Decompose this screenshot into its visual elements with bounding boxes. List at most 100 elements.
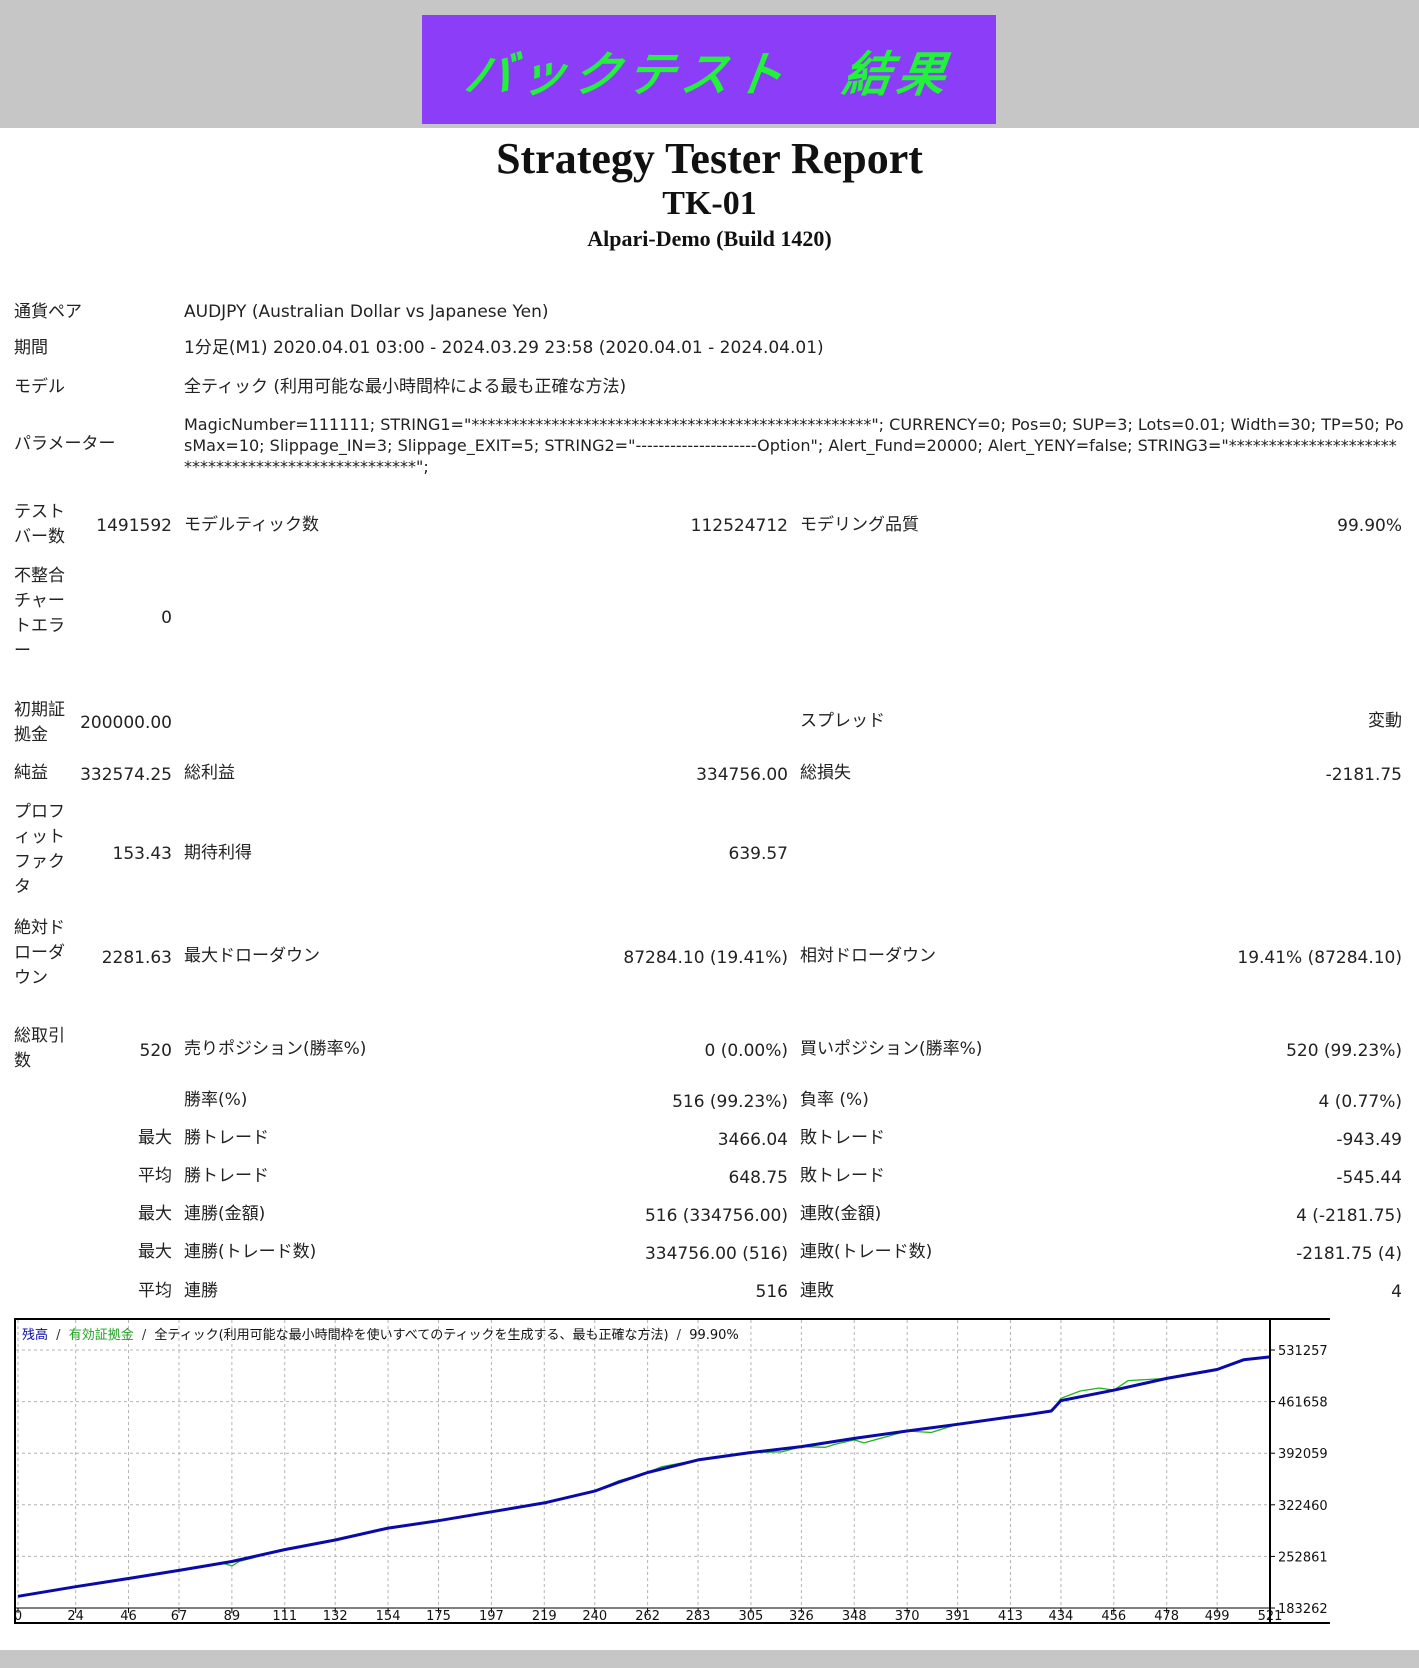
x-tick-label: 348 [842,1609,867,1622]
gross-loss-label: 総損失 [800,763,851,783]
deposit-value: 200000.00 [80,713,172,733]
params-value: MagicNumber=111111; STRING1="***********… [184,415,1404,476]
mismatch-label: 不整合チャートエラー [14,566,65,661]
stat-row-prefix: 最大 [138,1128,172,1148]
spread-value: 変動 [1368,711,1402,731]
max-drawdown-value: 87284.10 (19.41%) [623,948,788,968]
bars-value: 1491592 [96,516,172,536]
stat-row-label: 連敗(トレード数) [800,1242,933,1262]
ea-name: TK-01 [662,185,757,222]
max-drawdown-label: 最大ドローダウン [184,946,320,966]
x-tick-label: 370 [895,1609,920,1622]
stat-row-value: -545.44 [1336,1168,1402,1188]
total-trades-label: 総取引数 [14,1026,65,1071]
period-label: 期間 [14,338,48,358]
stat-row-label: 連敗(金額) [800,1204,882,1224]
stat-row-value: 648.75 [728,1168,788,1188]
legend-separator: / [142,1328,147,1343]
backtest-result-banner: バックテスト 結果 [422,15,996,124]
gross-loss-value: -2181.75 [1325,765,1402,785]
stat-row-value: 3466.04 [717,1130,788,1150]
profit-factor-value: 153.43 [112,844,172,864]
short-positions-value: 0 (0.00%) [704,1041,789,1061]
expected-payoff-value: 639.57 [728,844,788,864]
spread-label: スプレッド [800,711,885,731]
bottom-strip [0,1650,1419,1668]
x-tick-label: 154 [376,1609,401,1622]
loss-rate-label: 負率 (%) [800,1090,869,1110]
gross-profit-label: 総利益 [184,763,235,783]
stat-row-value: 334756.00 (516) [644,1244,788,1264]
legend-quality: 99.90% [689,1328,739,1343]
x-tick-label: 219 [532,1609,557,1622]
x-tick-label: 240 [582,1609,607,1622]
stat-row-label: 敗トレード [800,1166,885,1186]
server-build: Alpari-Demo (Build 1420) [587,226,832,251]
balance-chart: 0 24 46 67 89 111 132 154 175 197 219 240 262 283 305 3… [14,1318,1330,1624]
y-tick-label: 252861 [1278,1550,1328,1565]
stat-row-value: -943.49 [1336,1130,1402,1150]
x-tick-label: 456 [1101,1609,1126,1622]
legend-model: 全ティック(利用可能な最小時間枠を使いすべてのティックを生成する、最も正確な方法… [154,1327,668,1343]
x-tick-label: 175 [426,1609,451,1622]
stat-row-label: 敗トレード [800,1128,885,1148]
stat-row-prefix: 最大 [138,1204,172,1224]
model-label: モデル [14,377,65,397]
y-tick-label: 392059 [1278,1447,1328,1462]
stat-row-value: 516 (334756.00) [644,1206,788,1226]
stat-row-value: 4 [1391,1282,1402,1302]
expected-payoff-label: 期待利得 [184,843,252,863]
legend: 残高 / 有効証拠金 / 全ティック(利用可能な最小時間枠を使いすべてのティック… [22,1327,739,1343]
legend-separator: / [677,1328,682,1343]
legend-equity: 有効証拠金 [69,1327,134,1343]
ticks-label: モデルティック数 [184,515,319,535]
x-tick-label: 283 [686,1609,711,1622]
short-positions-label: 売りポジション(勝率%) [184,1039,367,1059]
quality-value: 99.90% [1337,516,1402,536]
symbol-value: AUDJPY (Australian Dollar vs Japanese Ye… [184,302,549,322]
x-tick-label: 434 [1049,1609,1074,1622]
equity-line [17,1356,1271,1597]
x-tick-label: 262 [635,1609,660,1622]
total-trades-value: 520 [139,1041,172,1061]
stat-row-label: 勝トレード [184,1128,269,1148]
stat-row-label: 連勝 [184,1281,218,1301]
x-tick-label: 46 [120,1609,137,1622]
bars-label: テストバー数 [14,502,65,547]
net-value: 332574.25 [80,765,172,785]
x-tick-label: 24 [67,1609,84,1622]
win-rate-label: 勝率(%) [184,1090,248,1110]
stat-row-label: 勝トレード [184,1166,269,1186]
params-label: パラメーター [14,434,116,454]
balance-chart-svg: 0 24 46 67 89 111 132 154 175 197 219 240 262 283 305 3… [14,1320,1328,1624]
quality-label: モデリング品質 [800,515,919,535]
rel-drawdown-label: 相対ドローダウン [800,946,936,966]
x-tick-label: 326 [789,1609,814,1622]
banner-title: バックテスト 結果 [461,46,956,103]
stat-row-value: 516 [755,1282,788,1302]
stat-row-value: -2181.75 (4) [1296,1244,1402,1264]
y-tick-label: 183262 [1278,1602,1328,1617]
legend-balance: 残高 [22,1327,48,1343]
x-tick-label: 305 [739,1609,764,1622]
period-value: 1分足(M1) 2020.04.01 03:00 - 2024.03.29 23… [184,338,824,358]
gross-profit-value: 334756.00 [696,765,788,785]
abs-drawdown-value: 2281.63 [101,948,172,968]
chart-axes: 0 24 46 67 89 111 132 154 175 197 219 240 262 283 305 3… [14,1320,1328,1624]
x-tick-label: 413 [998,1609,1023,1622]
stat-row-value: 4 (-2181.75) [1296,1206,1402,1226]
long-positions-value: 520 (99.23%) [1286,1041,1402,1061]
x-tick-label: 197 [479,1609,504,1622]
symbol-label: 通貨ペア [14,302,82,322]
chart-series [17,1355,1271,1598]
y-tick-label: 322460 [1278,1499,1328,1514]
model-value: 全ティック (利用可能な最小時間枠による最も正確な方法) [184,377,627,397]
ticks-value: 112524712 [690,516,788,536]
x-tick-label: 67 [171,1609,188,1622]
stat-row-prefix: 平均 [138,1166,172,1186]
top-banner-area: バックテスト 結果 [0,0,1419,128]
x-tick-label: 89 [224,1609,241,1622]
y-tick-label: 531257 [1278,1344,1328,1359]
x-tick-label: 132 [323,1609,348,1622]
x-tick-label: 111 [272,1609,297,1622]
